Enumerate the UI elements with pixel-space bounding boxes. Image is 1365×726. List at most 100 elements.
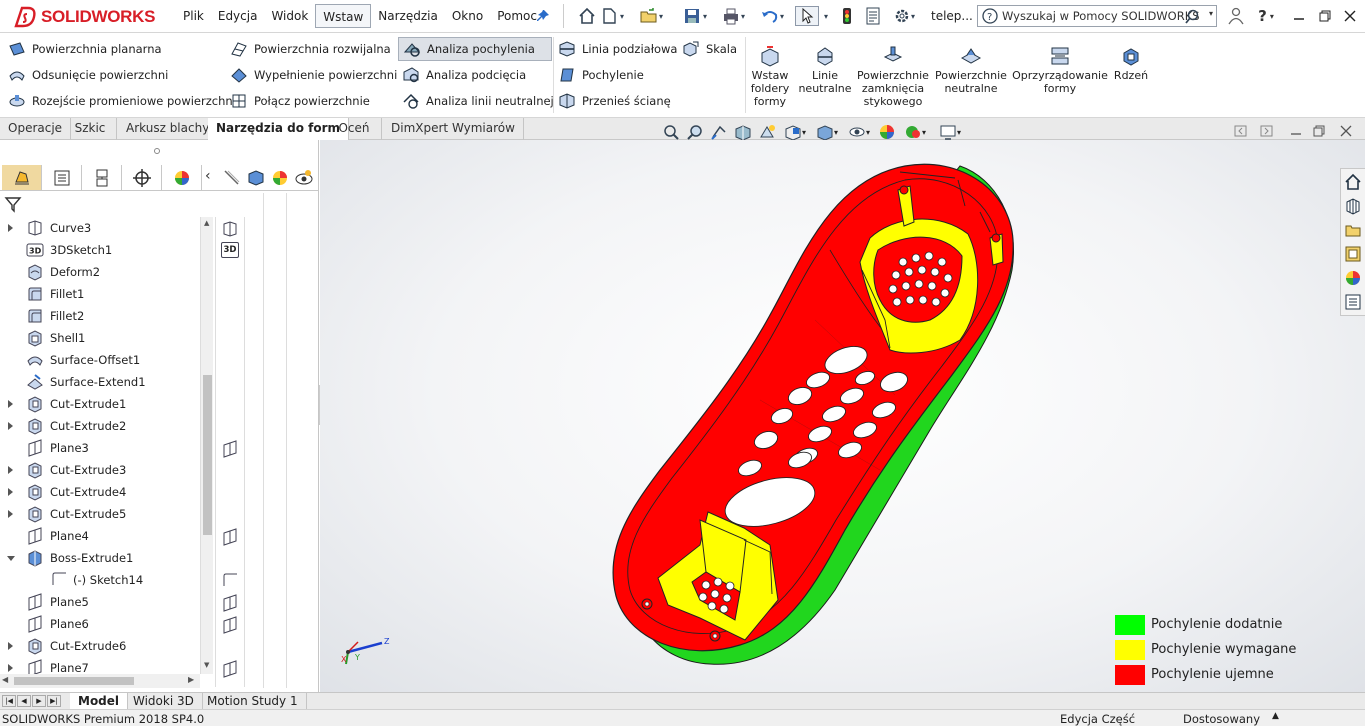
tree-item[interactable]: Surface-Extend1 xyxy=(0,371,200,393)
property-manager-tab[interactable] xyxy=(42,165,82,190)
first-tab-icon[interactable]: |◀ xyxy=(2,695,16,707)
tree-hscroll-thumb[interactable] xyxy=(14,677,134,685)
appearances-scenes-icon[interactable] xyxy=(1342,267,1364,289)
tree-item[interactable]: Plane6 xyxy=(0,613,200,635)
menu-edycja[interactable]: Edycja xyxy=(211,4,265,28)
help-search-input[interactable]: ? Wyszukaj w Pomocy SOLIDWORKS ▾ xyxy=(977,5,1217,27)
expand-arrow-icon[interactable] xyxy=(8,510,13,518)
menu-narzedzia[interactable]: Narzędzia xyxy=(371,4,445,28)
tree-item[interactable]: Plane7 xyxy=(0,657,200,674)
menu-wstaw[interactable]: Wstaw xyxy=(315,4,372,28)
feature-manager-tab[interactable] xyxy=(2,165,42,190)
file-properties-icon[interactable] xyxy=(862,6,884,26)
show-eye-icon[interactable] xyxy=(294,168,314,188)
status-units[interactable]: Dostosowany xyxy=(1183,712,1260,726)
move-face-button[interactable]: Przenieś ścianę xyxy=(554,90,675,112)
tree-horizontal-scrollbar[interactable]: ◀ ▶ xyxy=(0,674,200,688)
tree-item[interactable]: Deform2 xyxy=(0,261,200,283)
shut-off-surfaces-button[interactable]: Powierzchnie zamknięcia stykowego xyxy=(857,45,929,108)
cube-view-icon[interactable] xyxy=(246,168,266,188)
tree-item[interactable]: Cut-Extrude5 xyxy=(0,503,200,525)
solidworks-resources-icon[interactable] xyxy=(1342,171,1364,193)
save-icon[interactable]: ▾ xyxy=(678,6,712,26)
tree-item[interactable]: Fillet1 xyxy=(0,283,200,305)
tab-operacje[interactable]: Operacje xyxy=(0,118,72,140)
tree-item[interactable]: 3D 3DSketch1 xyxy=(0,239,200,261)
help-question-icon[interactable]: ? ▾ xyxy=(1254,6,1278,26)
filter-icon[interactable] xyxy=(4,195,22,213)
viewport-close-icon[interactable] xyxy=(1339,124,1353,138)
search-dropdown-icon[interactable]: ▾ xyxy=(1209,9,1213,18)
select-dropdown-icon[interactable]: ▾ xyxy=(821,6,831,26)
tree-item[interactable]: Fillet2 xyxy=(0,305,200,327)
tree-item[interactable]: Cut-Extrude2 xyxy=(0,415,200,437)
appearance-icon[interactable] xyxy=(270,168,290,188)
home-icon[interactable] xyxy=(576,6,598,26)
scale-button[interactable]: Skala xyxy=(678,38,741,60)
graphics-area[interactable]: X Y Z xyxy=(320,140,1365,692)
planar-surface-button[interactable]: Powierzchnia planarna xyxy=(4,38,166,60)
minimize-icon[interactable] xyxy=(1290,6,1308,26)
parting-line-analysis-button[interactable]: Analiza linii neutralnej xyxy=(398,90,558,112)
part-model[interactable] xyxy=(320,140,1365,692)
viewport-right-arrow-icon[interactable] xyxy=(1260,124,1274,138)
traffic-light-icon[interactable] xyxy=(838,6,856,26)
draft-analysis-button[interactable]: Analiza pochylenia xyxy=(398,37,552,61)
scroll-up-icon[interactable]: ▲ xyxy=(204,219,209,227)
configuration-manager-tab[interactable] xyxy=(82,165,122,190)
view-palette-icon[interactable] xyxy=(1342,243,1364,265)
custom-properties-icon[interactable] xyxy=(1342,291,1364,313)
expand-arrow-icon[interactable] xyxy=(8,466,13,474)
tab-dimxpert[interactable]: DimXpert Wymiarów xyxy=(383,118,524,140)
search-icon[interactable] xyxy=(1184,9,1200,25)
menu-plik[interactable]: Plik xyxy=(176,4,211,28)
tree-item[interactable]: Boss-Extrude1 xyxy=(0,547,200,569)
viewport-minimize-icon[interactable] xyxy=(1289,124,1303,138)
menu-okno[interactable]: Okno xyxy=(445,4,490,28)
expand-arrow-icon[interactable] xyxy=(8,422,13,430)
user-icon[interactable] xyxy=(1226,6,1246,26)
tree-filter[interactable] xyxy=(4,193,211,215)
tree-item[interactable]: Shell1 xyxy=(0,327,200,349)
tab-motion-study-1[interactable]: Motion Study 1 xyxy=(199,693,307,710)
scroll-down-icon[interactable]: ▼ xyxy=(204,661,209,669)
expand-arrow-icon[interactable] xyxy=(8,224,13,232)
tabs-left-arrow-icon[interactable]: ‹ xyxy=(205,168,211,184)
tree-item[interactable]: Surface-Offset1 xyxy=(0,349,200,371)
pin-icon[interactable] xyxy=(534,6,552,26)
expand-arrow-icon[interactable] xyxy=(8,488,13,496)
tree-item[interactable]: Curve3 xyxy=(0,217,200,239)
expand-arrow-icon[interactable] xyxy=(8,664,13,672)
dimxpert-manager-tab[interactable] xyxy=(122,165,162,190)
scroll-right-icon[interactable]: ▶ xyxy=(188,675,194,684)
developable-surface-button[interactable]: Powierzchnia rozwijalna xyxy=(226,38,395,60)
new-document-icon[interactable]: ▾ xyxy=(600,6,624,26)
tree-vertical-scrollbar[interactable]: ▲ ▼ xyxy=(200,217,213,674)
select-cursor-icon[interactable] xyxy=(795,6,819,26)
expand-arrow-icon[interactable] xyxy=(8,642,13,650)
menu-widok[interactable]: Widok xyxy=(264,4,315,28)
units-dropdown-icon[interactable]: ▲ xyxy=(1272,711,1279,721)
display-manager-tab[interactable] xyxy=(162,165,202,190)
undo-icon[interactable]: ▾ xyxy=(756,6,788,26)
knit-surface-button[interactable]: Połącz powierzchnie xyxy=(226,90,374,112)
tab-widoki-3d[interactable]: Widoki 3D xyxy=(125,693,203,710)
parting-surfaces-button[interactable]: Powierzchnie neutralne xyxy=(935,45,1007,95)
tab-szkic[interactable]: Szkic xyxy=(64,118,117,140)
file-explorer-icon[interactable] xyxy=(1342,219,1364,241)
viewport-left-arrow-icon[interactable] xyxy=(1234,124,1248,138)
tree-item[interactable]: Cut-Extrude1 xyxy=(0,393,200,415)
tree-item[interactable]: Plane3 xyxy=(0,437,200,459)
tab-model[interactable]: Model xyxy=(70,693,129,710)
tab-arkusz-blachy[interactable]: Arkusz blachy xyxy=(118,118,219,140)
prev-tab-icon[interactable]: ◀ xyxy=(17,695,31,707)
undercut-analysis-button[interactable]: Analiza podcięcia xyxy=(398,64,530,86)
last-tab-icon[interactable]: ▶| xyxy=(47,695,61,707)
fill-surface-button[interactable]: Wypełnienie powierzchni xyxy=(226,64,401,86)
expand-arrow-icon[interactable] xyxy=(8,400,13,408)
core-button[interactable]: Rdzeń xyxy=(1112,45,1150,82)
tab-navigation-arrows[interactable]: |◀ ◀ ▶ ▶| xyxy=(2,695,61,707)
tree-item[interactable]: (-) Sketch14 xyxy=(0,569,200,591)
solidworks-logo[interactable]: SOLIDWORKS xyxy=(14,5,155,29)
next-tab-icon[interactable]: ▶ xyxy=(32,695,46,707)
